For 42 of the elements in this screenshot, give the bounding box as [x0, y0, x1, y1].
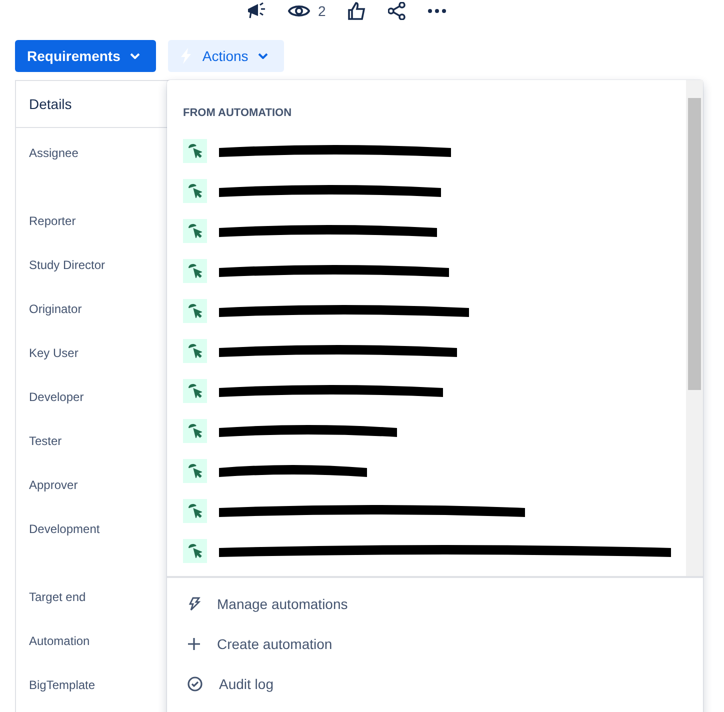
chevron-down-icon [258, 53, 268, 59]
field-label: BigTemplate [29, 678, 96, 692]
field-label: Assignee [29, 146, 78, 160]
cursor-click-icon [188, 424, 202, 438]
field-label: Development [29, 522, 100, 536]
field-label: Study Director [29, 258, 106, 272]
more-icon[interactable] [428, 9, 446, 13]
check-circle-icon [187, 676, 203, 692]
field-label: Key User [29, 346, 78, 360]
section-heading: FROM AUTOMATION [182, 107, 293, 119]
cursor-click-icon [188, 224, 202, 238]
menu-item[interactable]: Audit log [167, 664, 703, 704]
eye-icon[interactable] [288, 3, 310, 19]
workflow-button[interactable]: Requirements [15, 40, 156, 72]
watcher-count: 2 [318, 3, 326, 19]
cursor-click-icon [188, 264, 202, 278]
field-label: Reporter [29, 214, 76, 228]
field-label: Approver [29, 478, 78, 492]
chevron-down-icon [130, 53, 140, 59]
share-icon[interactable] [388, 2, 406, 20]
cursor-click-icon [188, 384, 202, 398]
panel-title: Details [29, 96, 72, 112]
cursor-click-icon [188, 544, 202, 558]
field-label: Target end [29, 590, 86, 604]
actions-button[interactable]: Actions [168, 40, 284, 72]
cursor-click-icon [188, 304, 202, 318]
field-label: Tester [29, 434, 62, 448]
cursor-click-icon [188, 144, 202, 158]
cursor-click-icon [188, 504, 202, 518]
plus-icon [187, 637, 201, 651]
bolt-icon [187, 597, 201, 611]
cursor-click-icon [188, 344, 202, 358]
scrollbar[interactable] [686, 80, 703, 576]
cursor-click-icon [188, 184, 202, 198]
thumbs-up-icon[interactable] [348, 2, 366, 20]
field-label: Automation [29, 634, 90, 648]
cursor-click-icon [188, 464, 202, 478]
menu-item[interactable]: Manage automations [167, 584, 703, 624]
megaphone-icon[interactable] [246, 1, 266, 21]
field-label: Originator [29, 302, 82, 316]
field-label: Developer [29, 390, 84, 404]
menu-item[interactable]: Create automation [167, 624, 703, 664]
